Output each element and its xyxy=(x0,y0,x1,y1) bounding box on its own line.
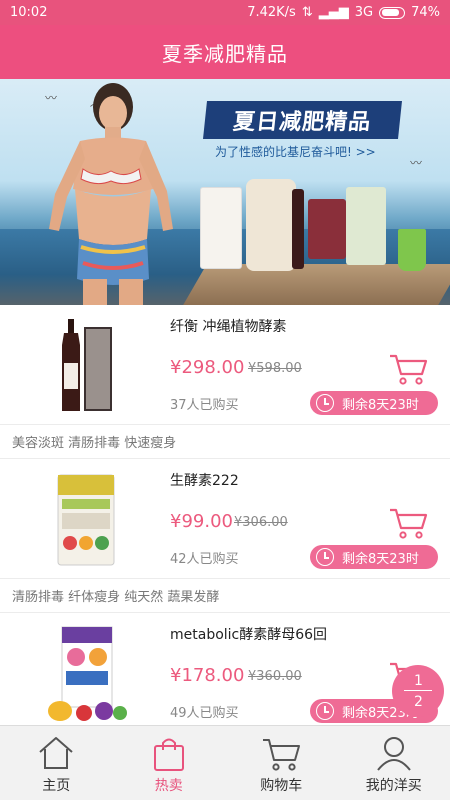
tab-label: 主页 xyxy=(42,778,71,794)
product-price: ¥99.00 xyxy=(170,511,233,532)
page-total: 2 xyxy=(414,694,423,710)
product-name: 生酵素222 xyxy=(170,473,239,489)
battery-level: 74% xyxy=(411,5,440,20)
status-time: 10:02 xyxy=(10,5,48,20)
countdown-text: 剩余8天23时 xyxy=(342,551,419,567)
add-to-cart-button[interactable] xyxy=(388,506,428,540)
signal-icon: ▂▄▆ xyxy=(318,5,349,20)
shopping-bag-icon xyxy=(153,738,184,771)
banner-product-pack xyxy=(308,199,346,259)
tab-label: 购物车 xyxy=(260,778,303,794)
banner-headline: 夏日减肥精品 xyxy=(203,101,402,139)
cart-icon xyxy=(263,739,301,771)
countdown-text: 剩余8天23时 xyxy=(342,397,419,413)
home-icon xyxy=(39,737,73,769)
product-list: 纤衡 冲绳植物酵素 ¥298.00 ¥598.00 37人已购买 剩余8天23时… xyxy=(0,305,450,733)
product-buyers-count: 42人已购买 xyxy=(170,552,239,567)
promo-banner[interactable]: 〰 ⌒ 〰 夏日减肥精品 为了性感的比基尼奋斗吧! >> xyxy=(0,79,450,305)
status-indicators: 7.42K/s ⇅ ▂▄▆ 3G 74% xyxy=(247,5,440,20)
tab-label: 我的洋买 xyxy=(365,778,422,794)
tab-label: 热卖 xyxy=(154,778,183,794)
banner-product-bottle xyxy=(292,189,304,269)
bottom-tab-bar: 主页 热卖 购物车 我的洋买 xyxy=(0,725,450,800)
tab-my-account[interactable]: 我的洋买 xyxy=(338,726,450,800)
product-buyers-count: 49人已购买 xyxy=(170,706,239,721)
product-tagline: 美容淡斑 清肠排毒 快速瘦身 xyxy=(0,425,450,459)
product-original-price: ¥306.00 xyxy=(234,515,288,530)
product-card[interactable]: 纤衡 冲绳植物酵素 ¥298.00 ¥598.00 37人已购买 剩余8天23时 xyxy=(0,305,450,425)
network-speed: 7.42K/s xyxy=(247,5,296,20)
product-buyers-count: 37人已购买 xyxy=(170,398,239,413)
banner-model-image xyxy=(49,83,173,305)
clock-icon xyxy=(316,394,334,412)
product-tagline: 清肠排毒 纤体瘦身 纯天然 蔬果发酵 xyxy=(0,579,450,613)
banner-product-bag xyxy=(346,187,386,265)
product-price: ¥298.00 xyxy=(170,357,245,378)
tab-home[interactable]: 主页 xyxy=(0,726,113,800)
banner-subline: 为了性感的比基尼奋斗吧! >> xyxy=(215,145,376,159)
product-name: 纤衡 冲绳植物酵素 xyxy=(170,319,287,335)
product-name: metabolic酵素酵母66回 xyxy=(170,627,328,643)
tab-cart[interactable]: 购物车 xyxy=(225,726,338,800)
countdown-badge: 剩余8天23时 xyxy=(310,391,438,415)
product-original-price: ¥360.00 xyxy=(248,669,302,684)
battery-icon xyxy=(379,6,406,19)
user-icon xyxy=(376,737,411,771)
product-image xyxy=(48,626,127,721)
banner-product-drink xyxy=(398,229,426,271)
page-current: 1 xyxy=(414,673,423,689)
banner-product-jar xyxy=(246,179,296,271)
product-price: ¥178.00 xyxy=(170,665,245,686)
page-divider xyxy=(404,690,432,691)
page-title: 夏季减肥精品 xyxy=(0,25,450,79)
product-original-price: ¥598.00 xyxy=(248,361,302,376)
banner-product-box xyxy=(200,187,242,269)
product-image xyxy=(57,474,115,566)
product-image xyxy=(62,319,112,411)
clock-icon xyxy=(316,702,334,720)
countdown-badge: 剩余8天23时 xyxy=(310,545,438,569)
tab-hot-sale[interactable]: 热卖 xyxy=(113,726,226,800)
data-transfer-icon: ⇅ xyxy=(301,5,313,20)
page-indicator[interactable]: 1 2 xyxy=(392,665,444,717)
network-type: 3G xyxy=(354,5,374,20)
product-card[interactable]: metabolic酵素酵母66回 ¥178.00 ¥360.00 49人已购买 … xyxy=(0,613,450,733)
product-card[interactable]: 生酵素222 ¥99.00 ¥306.00 42人已购买 剩余8天23时 xyxy=(0,459,450,579)
clock-icon xyxy=(316,548,334,566)
status-bar: 10:02 7.42K/s ⇅ ▂▄▆ 3G 74% xyxy=(0,0,450,25)
add-to-cart-button[interactable] xyxy=(388,352,428,386)
